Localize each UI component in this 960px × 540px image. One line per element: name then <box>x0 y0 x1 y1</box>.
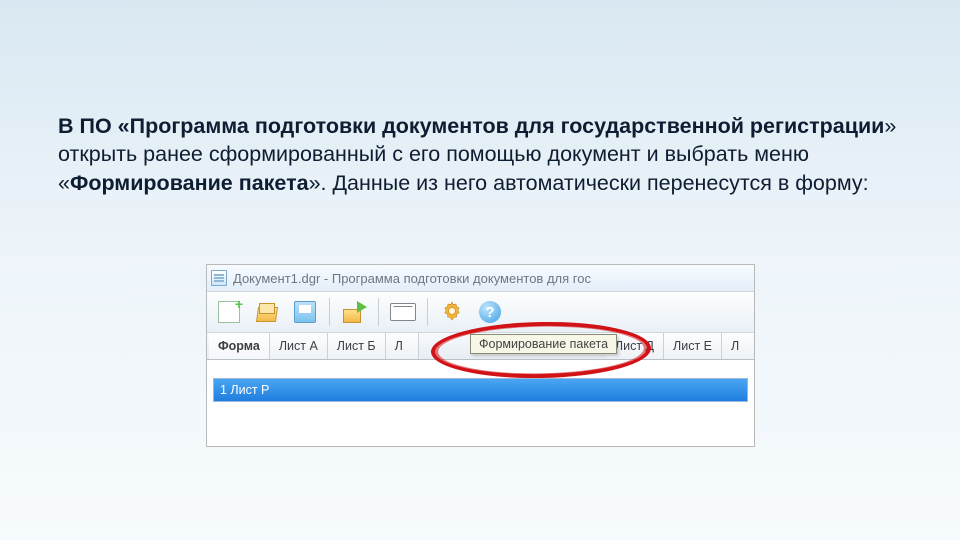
document-icon <box>211 270 227 286</box>
new-document-button[interactable] <box>213 296 245 328</box>
slide: В ПО «Программа подготовки документов дл… <box>0 0 960 540</box>
floppy-disk-icon <box>294 301 316 323</box>
help-button[interactable]: ? <box>474 296 506 328</box>
toolbar-divider <box>329 298 330 326</box>
window-title: Документ1.dgr - Программа подготовки док… <box>233 271 591 286</box>
help-icon: ? <box>479 301 501 323</box>
text-prefix: В ПО « <box>58 114 130 138</box>
list-row-selected[interactable]: 1 Лист Р <box>213 378 748 402</box>
export-button[interactable] <box>338 296 370 328</box>
open-button[interactable] <box>251 296 283 328</box>
sheet-tabs: Форма Лист А Лист Б Л Лист Д Лист Е Л Фо… <box>207 333 754 360</box>
toolbar-divider <box>427 298 428 326</box>
toolbar-divider <box>378 298 379 326</box>
tab-sheet-e[interactable]: Лист Е <box>664 333 722 359</box>
gear-icon <box>440 300 464 324</box>
tab-truncated-left[interactable]: Л <box>386 333 419 359</box>
toolbar: ? <box>207 292 754 333</box>
tab-truncated-right[interactable]: Л <box>722 333 754 359</box>
export-icon <box>343 301 365 323</box>
tab-form[interactable]: Форма <box>209 333 270 359</box>
app-window: Документ1.dgr - Программа подготовки док… <box>206 264 755 447</box>
text-bold-menu: Формирование пакета <box>70 171 309 195</box>
save-button[interactable] <box>289 296 321 328</box>
folder-open-icon <box>256 301 278 323</box>
text-suffix: ». Данные из него автоматически перенесу… <box>309 171 869 195</box>
window-titlebar: Документ1.dgr - Программа подготовки док… <box>207 265 754 292</box>
mail-button[interactable] <box>387 296 419 328</box>
new-icon <box>218 301 240 323</box>
tab-sheet-b[interactable]: Лист Б <box>328 333 386 359</box>
text-bold-program: Программа подготовки документов для госу… <box>130 114 885 138</box>
envelope-icon <box>390 303 416 321</box>
list-area: 1 Лист Р <box>207 360 754 446</box>
settings-button[interactable] <box>436 296 468 328</box>
embedded-screenshot: Документ1.dgr - Программа подготовки док… <box>206 264 755 447</box>
tab-sheet-a[interactable]: Лист А <box>270 333 328 359</box>
instruction-text: В ПО «Программа подготовки документов дл… <box>58 112 902 197</box>
tooltip-formirovanie-paketa: Формирование пакета <box>470 334 617 354</box>
